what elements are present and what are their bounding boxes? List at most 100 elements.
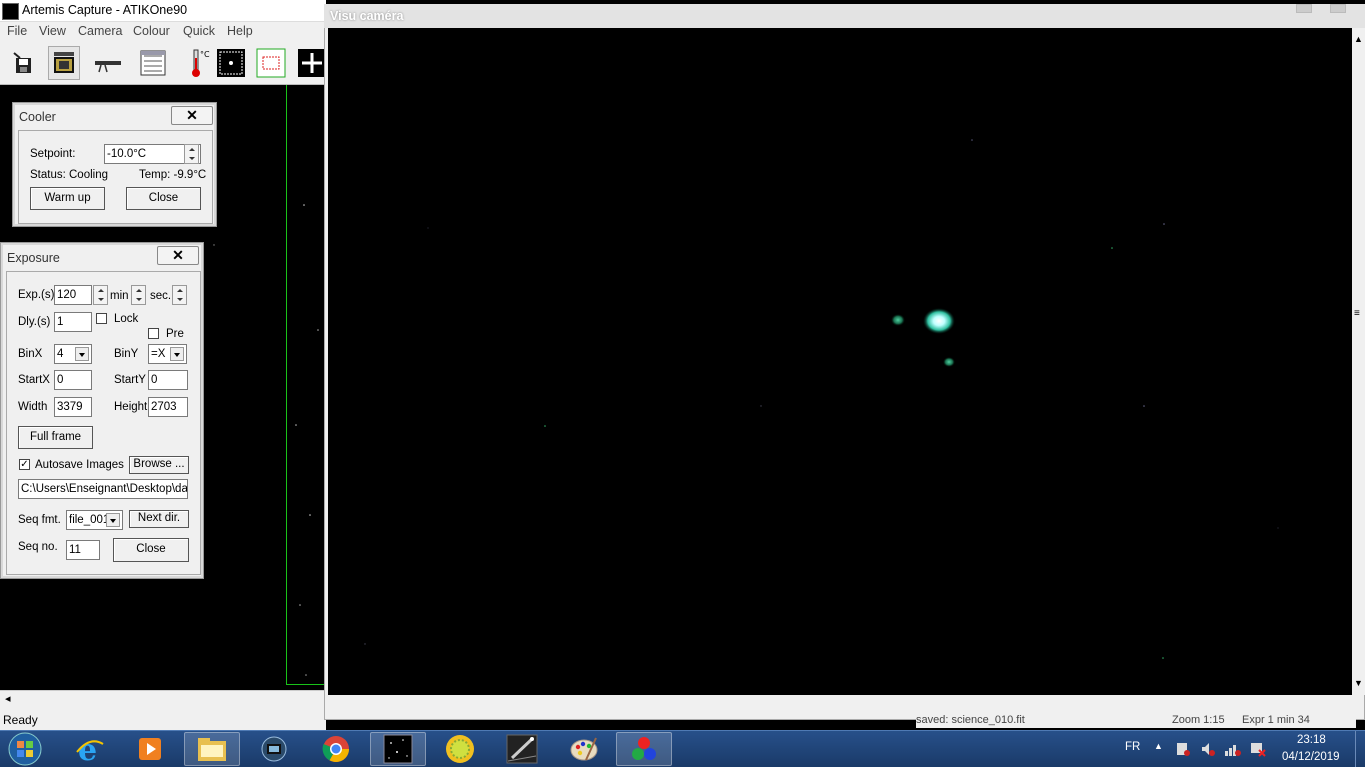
exp-input[interactable]: 120 <box>54 285 92 305</box>
taskbar-artemis[interactable] <box>370 732 426 766</box>
telescope-icon <box>95 61 121 73</box>
exp-label: Exp.(s) <box>18 289 55 301</box>
menu-file[interactable]: File <box>7 24 27 38</box>
menu-help[interactable]: Help <box>227 24 253 38</box>
horizontal-scrollbar[interactable]: ◂ <box>0 690 326 708</box>
binx-label: BinX <box>18 348 43 360</box>
camera-view-close-button[interactable] <box>1330 4 1346 13</box>
setpoint-spinner[interactable] <box>184 144 199 164</box>
taskbar-explorer[interactable] <box>184 732 240 766</box>
cooler-button[interactable]: °C <box>182 46 214 80</box>
sun-icon <box>446 735 474 763</box>
exp-spinner[interactable] <box>93 285 108 305</box>
cooler-panel: Setpoint: -10.0°C Status: Cooling Temp: … <box>18 130 213 224</box>
pre-checkbox[interactable] <box>148 328 159 339</box>
cooler-close-x[interactable]: ✕ <box>171 106 213 125</box>
comet-icon <box>506 734 538 764</box>
capture-button[interactable] <box>48 46 80 80</box>
panel-button[interactable] <box>137 46 169 80</box>
save-button[interactable] <box>8 46 40 80</box>
scroll-left-icon[interactable]: ◂ <box>5 692 11 705</box>
chevron-down-icon[interactable] <box>106 513 120 527</box>
min-label: min <box>110 290 129 302</box>
next-dir-button[interactable]: Next dir. <box>129 510 189 528</box>
faint-star <box>943 357 955 367</box>
taskbar-media-player[interactable] <box>122 732 178 766</box>
chrome-icon <box>322 736 350 763</box>
clock-date[interactable]: 04/12/2019 <box>1282 751 1340 763</box>
thermometer-icon: °C <box>192 49 210 77</box>
full-frame-button[interactable]: Full frame <box>18 426 93 449</box>
app-title: Artemis Capture - ATIKOne90 <box>22 3 188 17</box>
exposure-close-button[interactable]: Close <box>113 538 189 562</box>
seqno-input[interactable]: 11 <box>66 540 100 560</box>
scroll-up-icon[interactable]: ▲ <box>1354 34 1363 44</box>
taskbar-paint[interactable] <box>556 732 612 766</box>
action-center-icon[interactable] <box>1176 741 1190 757</box>
volume-muted-icon[interactable] <box>1200 741 1216 757</box>
taskbar-chrome[interactable] <box>308 732 364 766</box>
taskbar-sun-app[interactable] <box>432 732 488 766</box>
seqfmt-select[interactable]: file_001 <box>66 510 123 530</box>
start-button[interactable] <box>0 732 50 766</box>
taskbar: e FR ▲ 23:18 04/12/2019 <box>0 730 1365 767</box>
browse-button[interactable]: Browse ... <box>129 456 189 474</box>
camera-image[interactable] <box>328 28 1352 695</box>
taskbar-ie[interactable]: e <box>62 732 118 766</box>
pre-label: Pre <box>166 328 184 340</box>
telescope-button[interactable] <box>92 46 124 80</box>
status-bar: Ready <box>0 708 326 730</box>
menu-colour[interactable]: Colour <box>133 24 170 38</box>
network-disconnected-icon[interactable] <box>1250 741 1266 757</box>
clock-time[interactable]: 23:18 <box>1297 734 1326 746</box>
camera-view-titlebar[interactable] <box>324 4 1365 28</box>
height-label: Height <box>114 401 148 413</box>
exposure-title: Exposure <box>7 251 60 265</box>
min-spinner[interactable] <box>131 285 146 305</box>
menu-quick[interactable]: Quick <box>183 24 215 38</box>
width-label: Width <box>18 401 48 413</box>
vertical-scrollbar[interactable]: ▲ ≡ ▼ <box>1352 28 1365 695</box>
scroll-thumb-icon[interactable]: ≡ <box>1354 308 1360 319</box>
starty-input[interactable]: 0 <box>148 370 188 390</box>
language-indicator[interactable]: FR <box>1125 741 1140 753</box>
sec-spinner[interactable] <box>172 285 187 305</box>
biny-label: BinY <box>114 348 139 360</box>
cooler-close-button[interactable]: Close <box>126 187 201 210</box>
save-icon <box>13 52 31 73</box>
chevron-down-icon[interactable] <box>75 347 89 361</box>
menu-view[interactable]: View <box>39 24 66 38</box>
scroll-down-icon[interactable]: ▼ <box>1354 678 1363 688</box>
autosave-checkbox[interactable]: ✓ <box>19 459 30 470</box>
height-input[interactable]: 2703 <box>148 397 188 417</box>
seqno-label: Seq no. <box>18 541 58 553</box>
biny-select[interactable]: =X <box>148 344 187 364</box>
dly-input[interactable]: 1 <box>54 312 92 332</box>
camera-view-restore-button[interactable] <box>1296 4 1312 13</box>
network-signal-icon[interactable] <box>1224 741 1242 757</box>
focus-button[interactable] <box>215 46 247 80</box>
taskbar-video[interactable] <box>246 732 302 766</box>
exposure-dialog: Exposure ✕ Exp.(s) 120 min sec. Dly.(s) … <box>0 242 204 579</box>
chevron-down-icon[interactable] <box>170 347 184 361</box>
background-status-bar: saved: science_010.fit Zoom 1:15 Expr 1 … <box>916 714 1356 728</box>
binx-select[interactable]: 4 <box>54 344 92 364</box>
exposure-close-x[interactable]: ✕ <box>157 246 199 265</box>
warm-up-button[interactable]: Warm up <box>30 187 105 210</box>
main-titlebar[interactable]: Artemis Capture - ATIKOne90 <box>0 0 326 22</box>
sec-label: sec. <box>150 290 172 302</box>
show-desktop-button[interactable] <box>1355 731 1365 767</box>
starfield-icon <box>383 734 413 764</box>
camera-icon <box>54 52 74 73</box>
lock-checkbox[interactable] <box>96 313 107 324</box>
save-path-input[interactable]: C:\Users\Enseignant\Desktop\dat <box>18 479 188 499</box>
menu-camera[interactable]: Camera <box>78 24 122 38</box>
taskbar-rgb-app[interactable] <box>616 732 672 766</box>
startx-input[interactable]: 0 <box>54 370 92 390</box>
setpoint-label: Setpoint: <box>30 148 76 160</box>
tray-expand-icon[interactable]: ▲ <box>1154 741 1163 751</box>
taskbar-comet-app[interactable] <box>494 732 550 766</box>
width-input[interactable]: 3379 <box>54 397 92 417</box>
media-player-icon <box>139 738 161 760</box>
subframe-button[interactable] <box>255 46 287 80</box>
